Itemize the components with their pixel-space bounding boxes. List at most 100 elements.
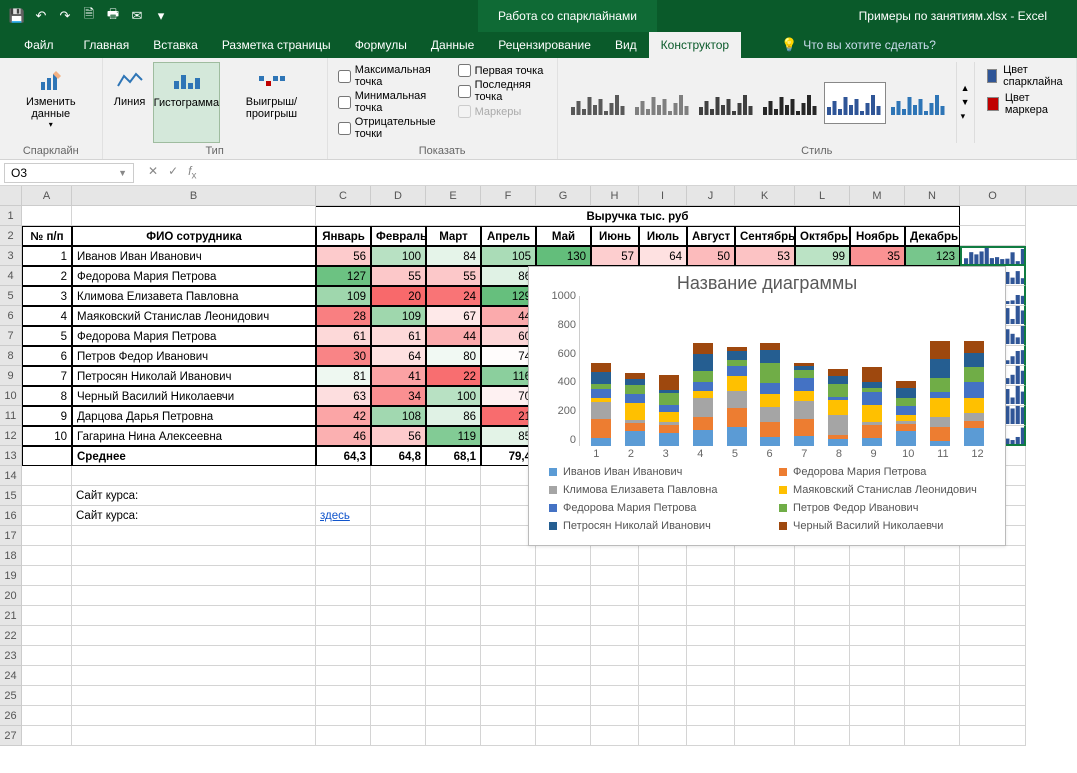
cell[interactable] xyxy=(536,646,591,666)
row-header[interactable]: 9 xyxy=(0,366,22,386)
cell[interactable] xyxy=(316,706,371,726)
row-header[interactable]: 18 xyxy=(0,546,22,566)
cell[interactable]: 10 xyxy=(22,426,72,446)
cell[interactable] xyxy=(960,726,1026,746)
col-header[interactable]: M xyxy=(850,186,905,205)
cell[interactable] xyxy=(536,666,591,686)
cell[interactable] xyxy=(850,566,905,586)
cell[interactable] xyxy=(735,626,795,646)
sparkline-cell[interactable] xyxy=(960,246,1026,266)
chk-neg[interactable]: Отрицательные точки xyxy=(338,116,448,140)
cell[interactable]: 4 xyxy=(22,306,72,326)
cell[interactable] xyxy=(795,666,850,686)
col-header[interactable]: N xyxy=(905,186,960,205)
cell[interactable]: 9 xyxy=(22,406,72,426)
cell[interactable]: 100 xyxy=(426,386,481,406)
cell[interactable] xyxy=(639,686,687,706)
tab-design[interactable]: Конструктор xyxy=(649,32,741,58)
tab-formulas[interactable]: Формулы xyxy=(343,32,419,58)
name-box[interactable]: O3▼ xyxy=(4,163,134,183)
cell[interactable] xyxy=(905,586,960,606)
cell[interactable] xyxy=(591,586,639,606)
cell[interactable]: 105 xyxy=(481,246,536,266)
cell[interactable]: 53 xyxy=(735,246,795,266)
cell[interactable] xyxy=(795,626,850,646)
row-header[interactable]: 22 xyxy=(0,626,22,646)
row-header[interactable]: 19 xyxy=(0,566,22,586)
cell[interactable]: Гагарина Нина Алексеевна xyxy=(72,426,316,446)
cell[interactable]: 80 xyxy=(426,346,481,366)
cell[interactable]: 7 xyxy=(22,366,72,386)
cell[interactable] xyxy=(960,586,1026,606)
cell[interactable] xyxy=(371,466,426,486)
col-header[interactable]: I xyxy=(639,186,687,205)
cell[interactable] xyxy=(687,726,735,746)
cell[interactable] xyxy=(639,586,687,606)
cell[interactable] xyxy=(795,606,850,626)
cell[interactable]: Октябрь xyxy=(795,226,850,246)
cell[interactable] xyxy=(735,546,795,566)
cell[interactable] xyxy=(481,586,536,606)
cell[interactable] xyxy=(22,566,72,586)
row-header[interactable]: 23 xyxy=(0,646,22,666)
cell[interactable] xyxy=(735,686,795,706)
cell[interactable]: 130 xyxy=(536,246,591,266)
cell[interactable] xyxy=(22,506,72,526)
cell[interactable]: 1 xyxy=(22,246,72,266)
cell[interactable] xyxy=(536,706,591,726)
cell[interactable] xyxy=(316,606,371,626)
column-headers[interactable]: ABCDEFGHIJKLMNO xyxy=(0,186,1077,206)
cell[interactable]: Июль xyxy=(639,226,687,246)
cell[interactable] xyxy=(72,466,316,486)
spark-color-button[interactable]: Цвет спарклайна xyxy=(983,62,1071,90)
cell[interactable] xyxy=(316,526,371,546)
cell[interactable]: 108 xyxy=(371,406,426,426)
cell[interactable] xyxy=(639,726,687,746)
cell[interactable] xyxy=(795,686,850,706)
cell[interactable]: 109 xyxy=(371,306,426,326)
cell[interactable] xyxy=(687,646,735,666)
cell[interactable]: 42 xyxy=(316,406,371,426)
cell[interactable]: 34 xyxy=(371,386,426,406)
cell[interactable]: Май xyxy=(536,226,591,246)
cell[interactable] xyxy=(72,646,316,666)
cell[interactable] xyxy=(905,606,960,626)
cell[interactable] xyxy=(687,586,735,606)
cell[interactable] xyxy=(850,706,905,726)
cell[interactable] xyxy=(371,706,426,726)
cell[interactable] xyxy=(426,686,481,706)
cell[interactable] xyxy=(371,506,426,526)
row-header[interactable]: 24 xyxy=(0,666,22,686)
cell[interactable] xyxy=(316,686,371,706)
cell[interactable] xyxy=(905,706,960,726)
cell[interactable] xyxy=(316,586,371,606)
cell[interactable] xyxy=(72,546,316,566)
row-header[interactable]: 14 xyxy=(0,466,22,486)
tab-file[interactable]: Файл xyxy=(6,32,72,58)
namebox-dropdown-icon[interactable]: ▼ xyxy=(118,168,127,178)
cell[interactable] xyxy=(850,626,905,646)
cell[interactable] xyxy=(426,506,481,526)
cell[interactable] xyxy=(591,646,639,666)
cell[interactable] xyxy=(22,666,72,686)
tell-me[interactable]: 💡Что вы хотите сделать? xyxy=(781,32,936,58)
chk-markers[interactable]: Маркеры xyxy=(458,105,547,118)
cell[interactable] xyxy=(426,486,481,506)
row-header[interactable]: 8 xyxy=(0,346,22,366)
tab-home[interactable]: Главная xyxy=(72,32,142,58)
cell[interactable]: 64,8 xyxy=(371,446,426,466)
cell[interactable] xyxy=(639,546,687,566)
cell[interactable]: 35 xyxy=(850,246,905,266)
cell[interactable] xyxy=(687,546,735,566)
row-header[interactable]: 25 xyxy=(0,686,22,706)
style-gallery[interactable] xyxy=(564,62,954,143)
cell[interactable]: 119 xyxy=(426,426,481,446)
cell[interactable]: Апрель xyxy=(481,226,536,246)
chk-last[interactable]: Последняя точка xyxy=(458,79,547,103)
cell[interactable]: 127 xyxy=(316,266,371,286)
cell[interactable] xyxy=(536,566,591,586)
cell[interactable] xyxy=(735,586,795,606)
cell[interactable]: 64,3 xyxy=(316,446,371,466)
chk-low[interactable]: Минимальная точка xyxy=(338,90,448,114)
row-header[interactable]: 26 xyxy=(0,706,22,726)
